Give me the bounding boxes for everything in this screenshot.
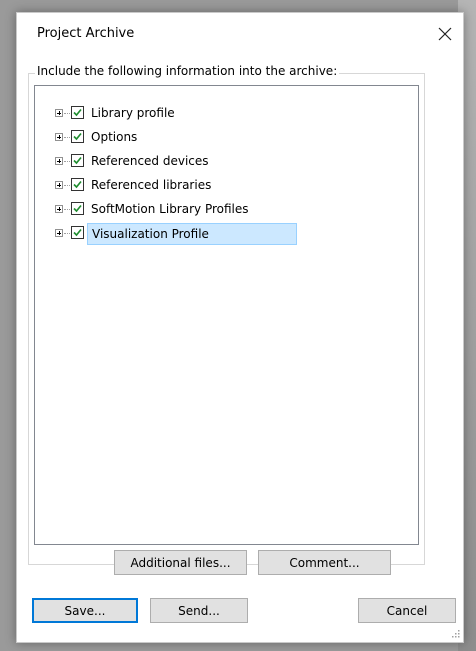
- close-button[interactable]: [431, 21, 459, 47]
- title-bar: Project Archive: [17, 13, 463, 51]
- tree-item-label: Options: [91, 130, 138, 144]
- save-button[interactable]: Save...: [32, 598, 138, 623]
- expand-plus-icon[interactable]: [55, 157, 63, 165]
- groupbox-legend: Include the following information into t…: [35, 64, 340, 78]
- tree-item-softmotion-library-profiles[interactable]: SoftMotion Library Profiles: [35, 199, 415, 221]
- expand-plus-icon[interactable]: [55, 133, 63, 141]
- tree-connector: [64, 209, 70, 211]
- checkmark-icon: [73, 228, 82, 237]
- tree-item-referenced-devices[interactable]: Referenced devices: [35, 151, 415, 173]
- resize-grip-icon[interactable]: [450, 628, 460, 638]
- checkmark-icon: [73, 180, 82, 189]
- tree-item-checkbox[interactable]: [71, 154, 84, 167]
- tree-item-options[interactable]: Options: [35, 127, 415, 149]
- close-icon: [438, 27, 452, 41]
- dialog-title: Project Archive: [37, 26, 135, 41]
- tree-connector: [64, 137, 70, 139]
- comment-button[interactable]: Comment...: [258, 550, 391, 575]
- tree-item-label: Visualization Profile: [87, 223, 297, 245]
- additional-files-button[interactable]: Additional files...: [114, 550, 247, 575]
- tree-item-checkbox[interactable]: [71, 130, 84, 143]
- expand-plus-icon[interactable]: [55, 205, 63, 213]
- expand-plus-icon[interactable]: [55, 109, 63, 117]
- tree-item-referenced-libraries[interactable]: Referenced libraries: [35, 175, 415, 197]
- tree-item-label: Referenced devices: [91, 154, 209, 168]
- tree-connector: [64, 161, 70, 163]
- tree-item-label: SoftMotion Library Profiles: [91, 202, 249, 216]
- tree-item-checkbox[interactable]: [71, 178, 84, 191]
- checkmark-icon: [73, 108, 82, 117]
- tree-item-checkbox[interactable]: [71, 106, 84, 119]
- archive-items-tree[interactable]: Library profile Options Referenced devic…: [34, 85, 419, 545]
- tree-connector: [64, 113, 70, 115]
- checkmark-icon: [73, 132, 82, 141]
- tree-item-checkbox[interactable]: [71, 226, 84, 239]
- send-button[interactable]: Send...: [150, 598, 248, 623]
- expand-plus-icon[interactable]: [55, 229, 63, 237]
- cancel-button[interactable]: Cancel: [358, 598, 456, 623]
- tree-item-label: Referenced libraries: [91, 178, 212, 192]
- tree-item-label: Library profile: [91, 106, 175, 120]
- checkmark-icon: [73, 156, 82, 165]
- tree-item-visualization-profile[interactable]: Visualization Profile: [35, 223, 415, 245]
- tree-item-library-profile[interactable]: Library profile: [35, 103, 415, 125]
- tree-item-checkbox[interactable]: [71, 202, 84, 215]
- tree-connector: [64, 185, 70, 187]
- expand-plus-icon[interactable]: [55, 181, 63, 189]
- tree-connector: [64, 233, 70, 235]
- checkmark-icon: [73, 204, 82, 213]
